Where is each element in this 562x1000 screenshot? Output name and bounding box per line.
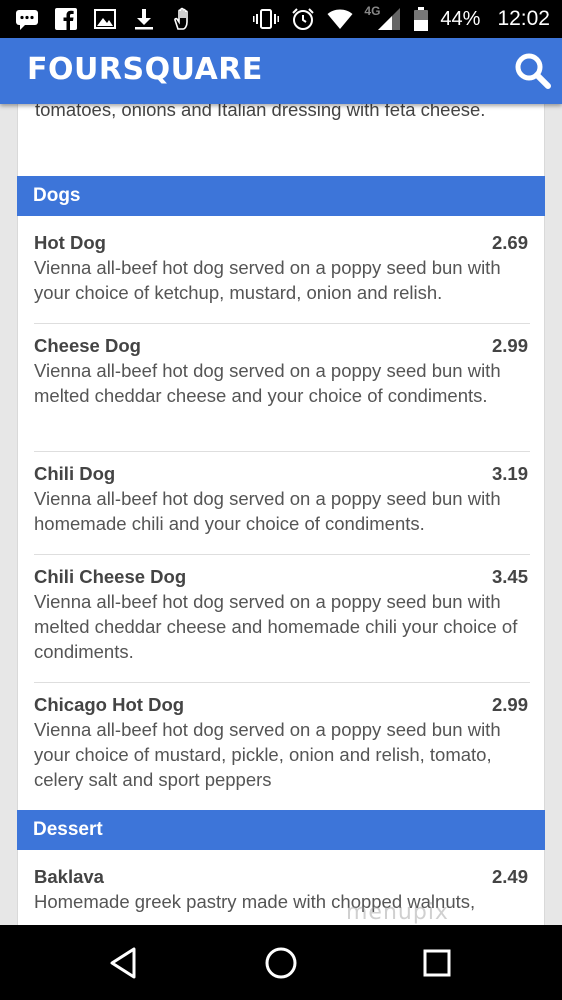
item-name: Baklava	[34, 866, 104, 887]
menu-item[interactable]: Chicago Hot Dog 2.99 Vienna all-beef hot…	[34, 692, 530, 792]
divider	[34, 323, 530, 324]
item-description: Vienna all-beef hot dog served on a popp…	[34, 591, 518, 662]
search-icon	[515, 53, 551, 89]
navigation-bar	[0, 925, 562, 1000]
app-title[interactable]: FOURSQUARE	[27, 52, 263, 87]
section-header-dessert: Dessert	[17, 810, 545, 850]
item-description: Vienna all-beef hot dog served on a popp…	[34, 488, 501, 534]
section-header-dogs: Dogs	[17, 176, 545, 216]
item-name: Chili Dog	[34, 463, 116, 484]
facebook-icon	[53, 6, 79, 32]
hand-icon	[170, 6, 196, 32]
item-name: Chili Cheese Dog	[34, 566, 187, 587]
item-price: 3.45	[491, 566, 528, 587]
image-icon	[92, 6, 118, 32]
wifi-icon	[327, 6, 353, 32]
item-description: Vienna all-beef hot dog served on a popp…	[34, 360, 501, 406]
clock-time: 12:02	[497, 7, 550, 30]
item-price: 2.99	[491, 694, 528, 715]
menu-item[interactable]: Hot Dog 2.69 Vienna all-beef hot dog ser…	[34, 230, 530, 305]
item-name: Hot Dog	[34, 232, 106, 253]
watermark: menupix	[346, 900, 449, 925]
message-icon	[14, 6, 40, 32]
divider	[34, 451, 530, 452]
divider	[34, 554, 530, 555]
item-name: Cheese Dog	[34, 335, 141, 356]
menu-item[interactable]: Chili Cheese Dog 3.45 Vienna all-beef ho…	[34, 564, 530, 664]
recents-icon	[423, 949, 451, 977]
menu-item[interactable]: Chili Dog 3.19 Vienna all-beef hot dog s…	[34, 461, 530, 536]
item-description: Homemade greek pastry made with chopped …	[34, 891, 476, 912]
app-bar: FOURSQUARE	[0, 38, 562, 104]
menu-item[interactable]: Cheese Dog 2.99 Vienna all-beef hot dog …	[34, 333, 530, 408]
home-button[interactable]	[261, 943, 301, 983]
battery-icon	[413, 6, 429, 32]
divider	[34, 682, 530, 683]
back-button[interactable]	[104, 943, 144, 983]
previous-item-description: tomatoes, onions and Italian dressing wi…	[35, 104, 486, 120]
battery-percent: 44%	[440, 7, 481, 30]
item-price: 2.69	[491, 232, 528, 253]
download-icon	[131, 6, 157, 32]
status-bar: 4G 44% 12:02	[0, 0, 562, 38]
item-price: 2.99	[491, 335, 528, 356]
item-description: Vienna all-beef hot dog served on a popp…	[34, 257, 501, 303]
menu-item[interactable]: Baklava 2.49 Homemade greek pastry made …	[34, 864, 530, 914]
item-description: Vienna all-beef hot dog served on a popp…	[34, 719, 501, 790]
item-name: Chicago Hot Dog	[34, 694, 185, 715]
search-button[interactable]	[514, 52, 552, 90]
item-price: 2.49	[491, 866, 528, 887]
menu-content[interactable]: tomatoes, onions and Italian dressing wi…	[0, 104, 562, 925]
home-icon	[265, 947, 297, 979]
recents-button[interactable]	[417, 943, 457, 983]
item-price: 3.19	[491, 463, 528, 484]
back-icon	[110, 947, 136, 979]
menu-card: tomatoes, onions and Italian dressing wi…	[17, 104, 545, 925]
signal-icon: 4G	[364, 4, 402, 32]
vibrate-icon	[253, 6, 280, 32]
alarm-icon	[290, 6, 316, 32]
